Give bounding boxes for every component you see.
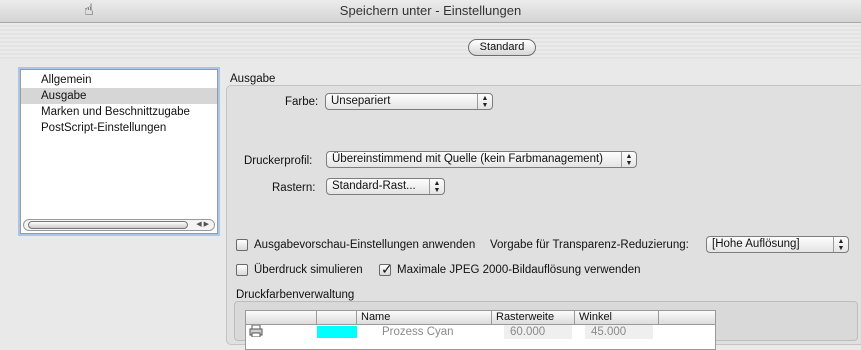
- druckfarben-table[interactable]: Name Rasterweite Winkel Prozess Cyan 60.…: [245, 310, 716, 350]
- row-rasterweite[interactable]: 60.000: [504, 325, 572, 339]
- updown-arrow-icon: ▲ ▼: [477, 94, 492, 109]
- updown-arrow-icon: ▲ ▼: [833, 237, 848, 252]
- druckfarben-title: Druckfarbenverwaltung: [236, 289, 355, 301]
- column-header-icon[interactable]: [246, 311, 317, 325]
- checkmark-icon: ✓: [381, 261, 393, 277]
- ausgabevorschau-checkbox[interactable]: [236, 239, 248, 251]
- hand-cursor-icon: ☝: [84, 2, 94, 19]
- sidebar-item-marken[interactable]: Marken und Beschnittzugabe: [21, 104, 217, 120]
- cyan-color-swatch: [317, 326, 357, 338]
- sidebar-horizontal-scrollbar[interactable]: ◀▶: [23, 219, 215, 231]
- transparenz-value: [Hohe Auflösung]: [712, 238, 800, 250]
- section-title-ausgabe: Ausgabe: [230, 73, 276, 85]
- ueberdruck-label: Überdruck simulieren: [254, 264, 363, 276]
- column-header-swatch[interactable]: [317, 311, 357, 325]
- transparenz-popup[interactable]: [Hohe Auflösung] ▲ ▼: [706, 236, 849, 253]
- sidebar-item-ausgabe[interactable]: Ausgabe: [21, 88, 217, 104]
- window-title: Speichern unter - Einstellungen: [339, 3, 522, 18]
- window-titlebar: ☝ Speichern unter - Einstellungen: [0, 0, 861, 23]
- druckerprofil-value: Übereinstimmend mit Quelle (kein Farbman…: [332, 153, 603, 165]
- updown-arrow-icon: ▲ ▼: [429, 179, 444, 194]
- druckerprofil-label: Druckerprofil:: [244, 155, 313, 167]
- jpeg-label: Maximale JPEG 2000-Bildauflösung verwend…: [397, 264, 641, 276]
- scroll-arrows-icon[interactable]: ◀▶: [196, 220, 211, 230]
- farbe-popup[interactable]: Unsepariert ▲ ▼: [325, 93, 493, 110]
- column-header-name[interactable]: Name: [357, 311, 492, 325]
- farbe-value: Unsepariert: [331, 95, 391, 107]
- transparenz-label: Vorgabe für Transparenz-Reduzierung:: [490, 239, 689, 251]
- druckerprofil-popup[interactable]: Übereinstimmend mit Quelle (kein Farbman…: [326, 151, 637, 168]
- row-name: Prozess Cyan: [382, 326, 454, 338]
- updown-arrow-icon: ▲ ▼: [621, 152, 636, 167]
- jpeg-checkbox[interactable]: ✓: [379, 261, 393, 277]
- column-header-rasterweite[interactable]: Rasterweite: [492, 311, 575, 325]
- printer-icon: [249, 325, 263, 337]
- rastern-value: Standard-Rast...: [332, 180, 416, 192]
- toolbar: Standard: [0, 23, 861, 60]
- sidebar-item-postscript[interactable]: PostScript-Einstellungen: [21, 120, 217, 136]
- column-header-empty: [659, 311, 715, 325]
- rastern-popup[interactable]: Standard-Rast... ▲ ▼: [326, 178, 445, 195]
- sidebar: Allgemein Ausgabe Marken und Beschnittzu…: [20, 69, 218, 234]
- sidebar-item-allgemein[interactable]: Allgemein: [21, 72, 217, 88]
- scrollbar-thumb[interactable]: [28, 221, 188, 229]
- rastern-label: Rastern:: [272, 182, 316, 194]
- ueberdruck-checkbox[interactable]: [236, 264, 248, 276]
- ausgabevorschau-label: Ausgabevorschau-Einstellungen anwenden: [254, 239, 476, 251]
- standard-button[interactable]: Standard: [468, 39, 536, 56]
- row-winkel[interactable]: 45.000: [585, 325, 653, 339]
- column-header-winkel[interactable]: Winkel: [575, 311, 659, 325]
- farbe-label: Farbe:: [285, 96, 319, 108]
